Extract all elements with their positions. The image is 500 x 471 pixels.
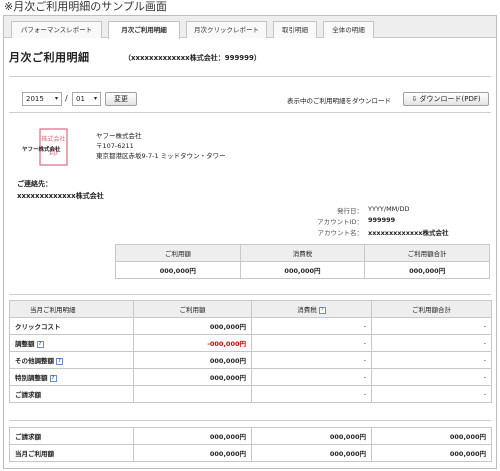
row-label-cell: 特別調整額? [9,368,134,386]
year-select[interactable]: 2015 ▾ [22,92,62,106]
row-label: 調整額 [15,340,35,348]
row-tax: - [251,351,372,369]
row-amount: 000,000円 [133,427,252,445]
title-company: （xxxxxxxxxxxxx株式会社：999999） [124,54,261,62]
col-total: ご利用額合計 [364,244,490,262]
issuer-address: 東京都港区赤坂9-7-1 ミッドタウン・タワー [96,152,226,160]
date-separator: / [65,94,68,103]
row-tax: 000,000円 [251,444,372,462]
tab-transaction-details[interactable]: 取引明細 [273,21,317,38]
download-pdf-label: ダウンロード(PDF) [419,95,481,103]
col-total: ご利用額合計 [371,300,492,318]
issuer-postal: 〒107-6211 [96,142,134,150]
recipient-label: ご連絡先： [17,180,52,188]
col-tax: 消費税? [251,300,372,318]
account-name-label: アカウント名： [317,229,364,237]
row-amount: -000,000円 [133,334,252,352]
table-row: その他調整額? 000,000円 - - [9,351,492,369]
tab-performance-report[interactable]: パフォーマンスレポート [11,21,102,38]
page-caption: ※月次ご利用明細のサンプル画面 [4,0,167,13]
seal-text: 株式会社 [41,135,65,143]
summary-total: 000,000円 [364,261,490,279]
month-select[interactable]: 01 ▾ [72,92,101,106]
row-label: 特別調整額 [15,374,48,382]
col-amount: ご利用額 [115,244,241,262]
row-total: - [371,368,492,386]
tab-bar: パフォーマンスレポート 月次ご利用明細 月次クリックレポート 取引明細 全体の明… [4,16,496,39]
row-amount [133,385,252,403]
row-total: - [371,334,492,352]
col-tax: 消費税 [239,244,366,262]
month-value: 01 [76,95,85,103]
row-total: - [371,317,492,335]
issue-date-value: YYYY/MM/DD [368,205,410,213]
row-amount: 000,000円 [133,317,252,335]
row-amount: 000,000円 [133,444,252,462]
issue-date-label: 発行日： [337,207,363,215]
row-label-cell: 調整額? [9,334,134,352]
row-label: ご請求額 [9,427,134,445]
row-tax: - [251,368,372,386]
row-amount: 000,000円 [133,351,252,369]
row-amount: 000,000円 [133,368,252,386]
download-description: 表示中のご利用明細をダウンロード [287,97,391,105]
table-row: クリックコスト 000,000円 - - [9,317,492,335]
table-row: 調整額? -000,000円 - - [9,334,492,352]
row-label-cell: その他調整額? [9,351,134,369]
row-total: 000,000円 [371,427,492,445]
table-row: 当月ご利用額 000,000円 000,000円 000,000円 [9,444,492,462]
summary-tax: 000,000円 [239,261,366,279]
row-tax: - [251,317,372,335]
statement-panel: パフォーマンスレポート 月次ご利用明細 月次クリックレポート 取引明細 全体の明… [3,15,497,469]
row-total: - [371,351,492,369]
table-row: 000,000円 000,000円 000,000円 [115,261,490,279]
recipient-name: xxxxxxxxxxxxx株式会社 [17,192,104,200]
table-header-row: 当月ご利用明細 ご利用額 消費税? ご利用額合計 [9,300,492,318]
col-tax-label: 消費税 [297,306,317,314]
account-id-value: 999999 [368,216,396,224]
summary-amount: 000,000円 [115,261,241,279]
summary-table: ご利用額 消費税 ご利用額合計 000,000円 000,000円 000,00… [115,244,490,279]
chevron-down-icon: ▾ [93,95,97,102]
divider [9,76,491,77]
table-row: ご請求額 - - [9,385,492,403]
table-row: 特別調整額? 000,000円 - - [9,368,492,386]
tab-monthly-statement[interactable]: 月次ご利用明細 [108,21,180,39]
issuer-name: ヤフー株式会社 [96,132,142,140]
logo-text: ヤフー株式会社 [22,145,61,153]
help-icon[interactable]: ? [56,357,63,365]
table-header-row: ご利用額 消費税 ご利用額合計 [115,244,490,262]
totals-table: ご請求額 000,000円 000,000円 000,000円 当月ご利用額 0… [9,427,492,462]
row-label: ご請求額 [9,385,134,403]
tab-monthly-click-report[interactable]: 月次クリックレポート [186,21,267,38]
help-icon[interactable]: ? [36,340,44,348]
download-icon: ⇩ [411,95,418,103]
row-label: 当月ご利用額 [9,444,134,462]
row-label: クリックコスト [9,317,134,335]
row-total: 000,000円 [371,444,492,462]
tab-overall-details[interactable]: 全体の明細 [323,21,374,38]
divider [9,294,491,295]
account-name-value: xxxxxxxxxxxxx株式会社 [368,229,449,237]
help-icon[interactable]: ? [318,306,326,314]
row-tax: - [251,385,372,403]
download-pdf-button[interactable]: ⇩ ダウンロード(PDF) [403,92,489,106]
col-amount: ご利用額 [133,300,252,318]
company-seal-logo: 株式会社 印 ヤフー株式会社 [22,128,68,166]
divider [9,112,491,113]
row-label: その他調整額 [15,357,54,365]
page-title: 月次ご利用明細 [9,51,90,64]
table-row: ご請求額 000,000円 000,000円 000,000円 [9,427,492,445]
account-id-label: アカウントID： [317,218,363,226]
chevron-down-icon: ▾ [54,95,58,102]
year-value: 2015 [26,95,44,103]
row-total: - [371,385,492,403]
col-detail: 当月ご利用明細 [9,300,134,318]
row-tax: - [251,334,372,352]
help-icon[interactable]: ? [49,374,57,382]
detail-table: 当月ご利用明細 ご利用額 消費税? ご利用額合計 クリックコスト 000,000… [9,300,492,403]
divider [9,420,491,421]
change-button[interactable]: 変更 [105,92,137,106]
row-tax: 000,000円 [251,427,372,445]
